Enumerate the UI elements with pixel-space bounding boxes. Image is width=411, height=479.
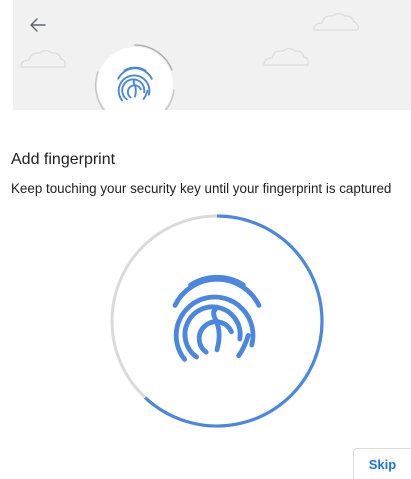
back-arrow-icon[interactable] — [26, 13, 50, 37]
fingerprint-badge-icon — [94, 44, 175, 110]
illustration-header — [13, 0, 411, 110]
fingerprint-ridge — [172, 276, 262, 308]
fingerprint-progress-ring — [110, 214, 324, 428]
add-fingerprint-dialog: Add fingerprint Keep touching your secur… — [0, 0, 411, 479]
progress-fill — [144, 214, 324, 428]
cloud-icon — [313, 12, 359, 31]
cloud-icon — [263, 47, 309, 66]
dialog-title: Add fingerprint — [11, 151, 116, 168]
cloud-icon — [20, 49, 66, 68]
skip-button[interactable]: Skip — [353, 448, 411, 479]
fingerprint-icon — [172, 274, 262, 362]
dialog-description: Keep touching your security key until yo… — [11, 181, 392, 196]
fingerprint-ridge — [211, 305, 222, 353]
